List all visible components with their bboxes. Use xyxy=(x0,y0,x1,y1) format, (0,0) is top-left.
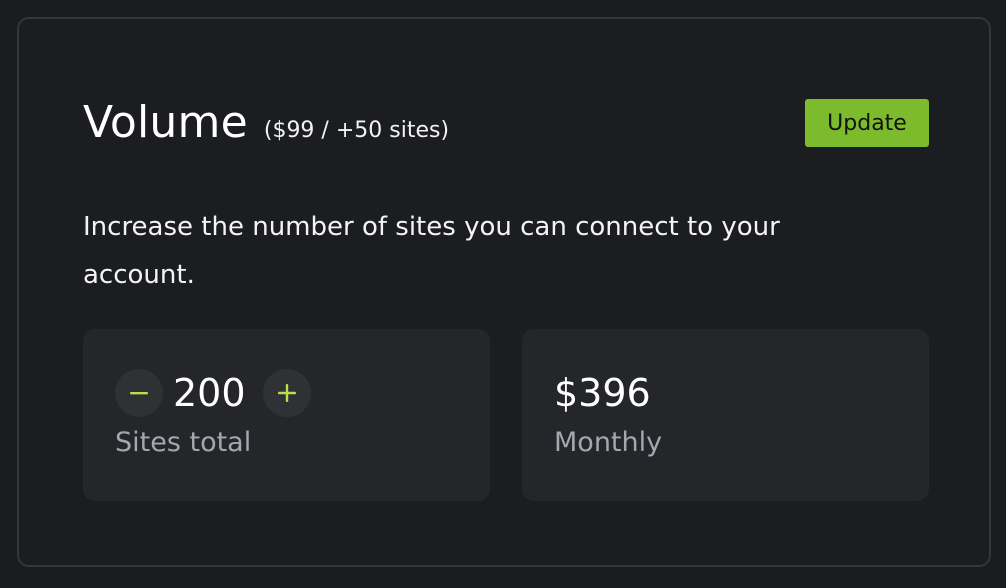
minus-icon xyxy=(130,392,148,395)
plus-icon xyxy=(278,384,296,402)
volume-card: Volume ($99 / +50 sites) Update Increase… xyxy=(17,17,991,567)
billing-period-label: Monthly xyxy=(554,427,663,458)
sites-stepper: 200 xyxy=(115,369,311,417)
title-row: Volume ($99 / +50 sites) xyxy=(83,97,449,148)
sites-panel: 200 Sites total xyxy=(83,329,490,501)
decrement-button[interactable] xyxy=(115,369,163,417)
sites-total-label: Sites total xyxy=(115,427,252,458)
increment-button[interactable] xyxy=(263,369,311,417)
billing-panel: $396 Monthly xyxy=(522,329,929,501)
card-description: Increase the number of sites you can con… xyxy=(83,212,780,290)
update-button[interactable]: Update xyxy=(805,99,929,147)
monthly-price: $396 xyxy=(554,371,651,415)
sites-count: 200 xyxy=(173,371,246,415)
card-subtitle: ($99 / +50 sites) xyxy=(263,118,450,143)
card-title: Volume xyxy=(83,97,248,148)
